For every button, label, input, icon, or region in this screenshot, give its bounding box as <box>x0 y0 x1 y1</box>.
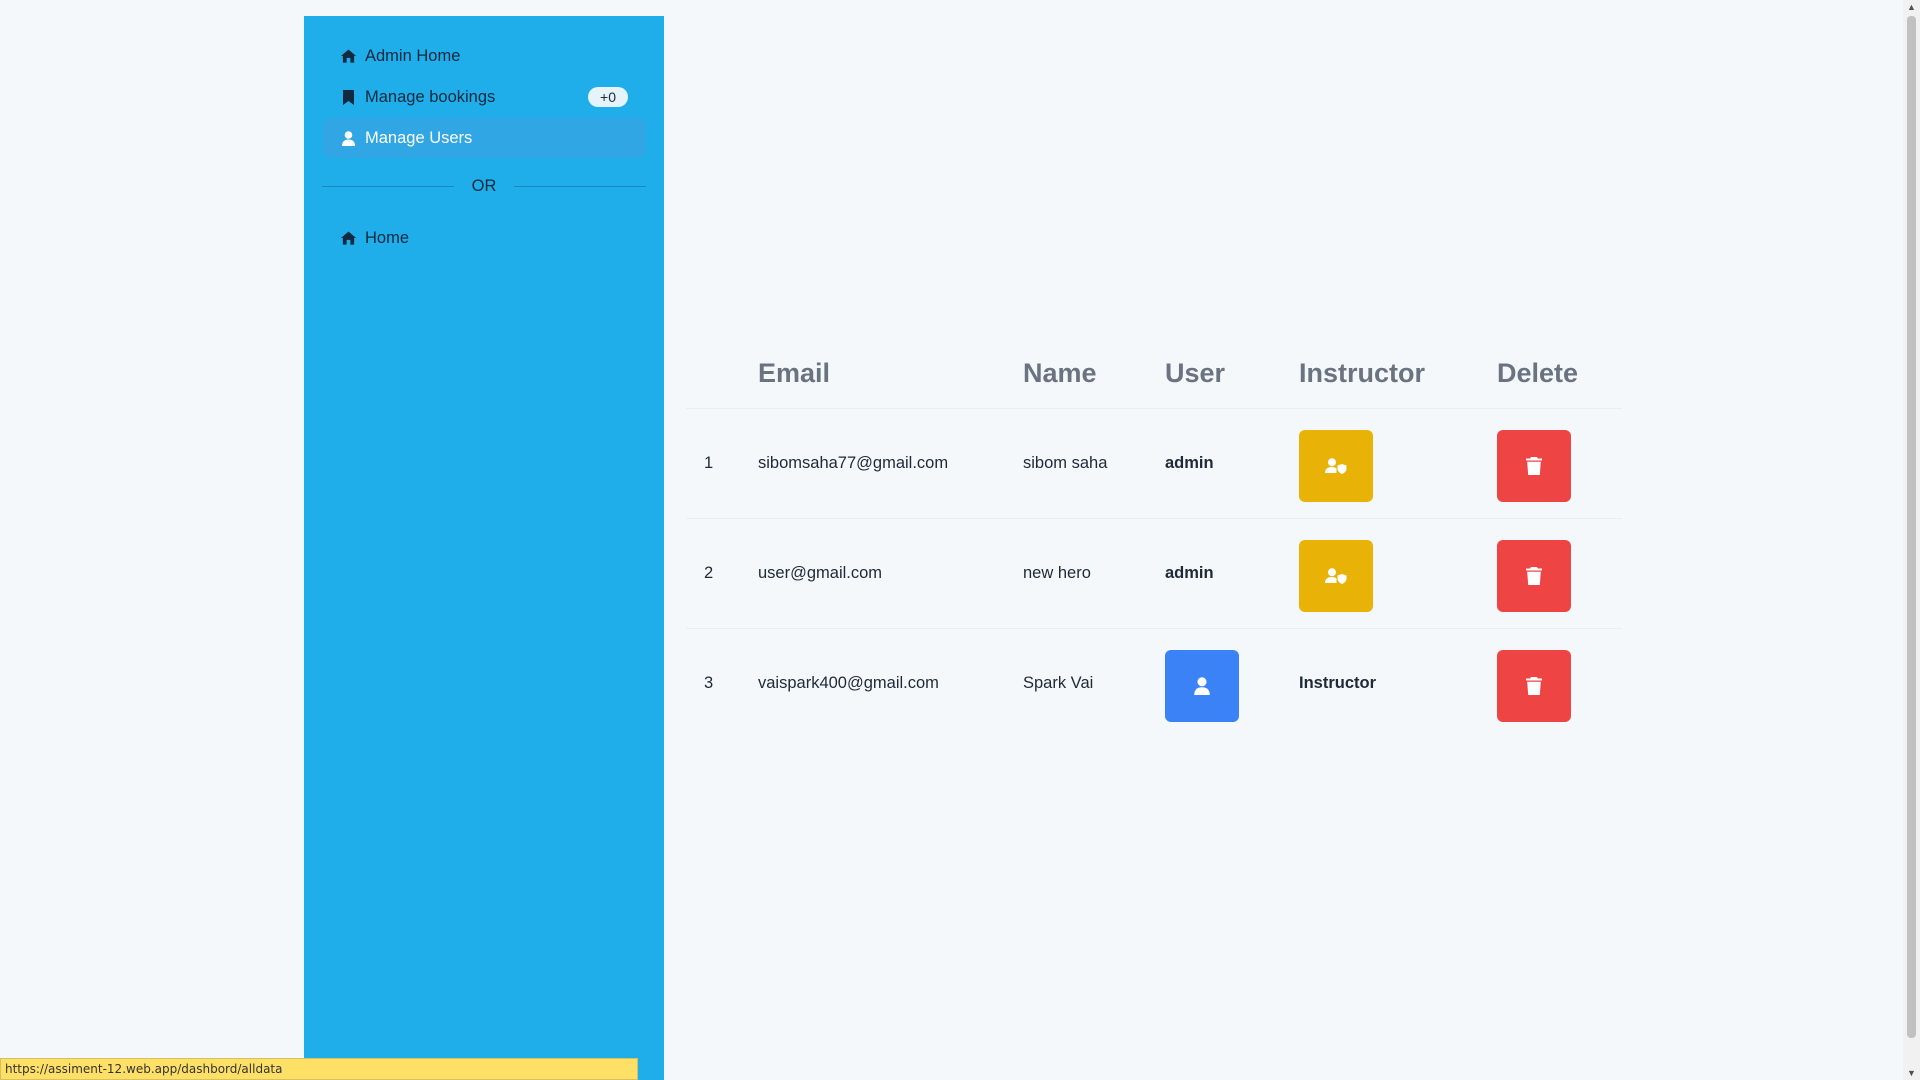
users-table: Email Name User Instructor Delete 1 sibo… <box>686 340 1622 738</box>
user-shield-icon <box>1325 458 1347 474</box>
header-index <box>686 340 758 409</box>
header-user: User <box>1165 340 1299 409</box>
header-email: Email <box>758 340 1023 409</box>
make-instructor-button[interactable] <box>1299 430 1373 502</box>
row-user-role: admin <box>1165 518 1299 629</box>
sidebar-nav-bottom: Home <box>304 218 664 258</box>
delete-user-button[interactable] <box>1497 650 1571 723</box>
sidebar-divider: OR <box>322 166 646 206</box>
divider-line <box>514 185 646 187</box>
row-instructor-cell <box>1299 408 1497 519</box>
link-status-bar: https://assiment-12.web.app/dashbord/all… <box>0 1058 638 1080</box>
row-user-role: admin <box>1165 408 1299 519</box>
sidebar: Admin Home Manage bookings +0 Manage Use… <box>304 16 664 1080</box>
trash-icon <box>1526 677 1542 696</box>
divider-text: OR <box>471 176 497 195</box>
row-user-cell <box>1165 628 1299 738</box>
make-instructor-button[interactable] <box>1299 540 1373 612</box>
users-table-container: Email Name User Instructor Delete 1 sibo… <box>686 340 1622 738</box>
divider-line <box>322 185 454 187</box>
row-email: user@gmail.com <box>758 518 1023 629</box>
row-instructor-cell <box>1299 518 1497 629</box>
delete-user-button[interactable] <box>1497 540 1571 612</box>
trash-icon <box>1526 567 1542 585</box>
row-delete-cell <box>1497 518 1622 629</box>
table-header-row: Email Name User Instructor Delete <box>686 340 1622 409</box>
row-delete-cell <box>1497 408 1622 519</box>
table-row: 3 vaispark400@gmail.com Spark Vai Instru… <box>686 628 1622 738</box>
delete-user-button[interactable] <box>1497 430 1571 502</box>
row-email: vaispark400@gmail.com <box>758 673 939 692</box>
sidebar-item-home[interactable]: Home <box>322 218 646 258</box>
make-admin-button[interactable] <box>1165 650 1239 723</box>
row-index: 3 <box>704 673 714 692</box>
user-icon <box>340 130 356 146</box>
row-name: sibom saha <box>1023 408 1165 519</box>
bookings-count-badge: +0 <box>588 87 628 107</box>
row-instructor-role: Instructor <box>1299 673 1377 692</box>
user-shield-icon <box>1325 568 1347 584</box>
row-name: new hero <box>1023 518 1165 629</box>
scroll-down-arrow-icon[interactable]: ▼ <box>1903 1066 1920 1080</box>
user-icon <box>1194 677 1210 696</box>
sidebar-item-label: Manage Users <box>365 128 473 147</box>
sidebar-nav: Admin Home Manage bookings +0 Manage Use… <box>304 16 664 158</box>
header-instructor: Instructor <box>1299 340 1497 409</box>
home-icon <box>340 230 356 246</box>
trash-icon <box>1526 457 1542 475</box>
row-delete-cell <box>1497 628 1622 738</box>
row-index: 1 <box>686 408 758 519</box>
sidebar-item-manage-users[interactable]: Manage Users <box>322 118 646 158</box>
table-row: 2 user@gmail.com new hero admin <box>686 518 1622 629</box>
scroll-thumb[interactable] <box>1907 16 1916 1038</box>
bookmark-icon <box>340 89 356 105</box>
sidebar-item-manage-bookings[interactable]: Manage bookings +0 <box>322 77 646 117</box>
header-name: Name <box>1023 340 1165 409</box>
row-email: sibomsaha77@gmail.com <box>758 408 1023 519</box>
table-row: 1 sibomsaha77@gmail.com sibom saha admin <box>686 408 1622 519</box>
home-icon <box>340 48 356 64</box>
sidebar-item-admin-home[interactable]: Admin Home <box>322 36 646 76</box>
row-index: 2 <box>686 518 758 629</box>
row-name: Spark Vai <box>1023 673 1094 692</box>
header-delete: Delete <box>1497 340 1622 409</box>
sidebar-item-label: Admin Home <box>365 46 461 65</box>
sidebar-item-label: Home <box>365 228 410 247</box>
vertical-scrollbar[interactable]: ▲ ▼ <box>1903 0 1920 1080</box>
sidebar-item-label: Manage bookings <box>365 87 496 106</box>
scroll-up-arrow-icon[interactable]: ▲ <box>1903 0 1920 14</box>
